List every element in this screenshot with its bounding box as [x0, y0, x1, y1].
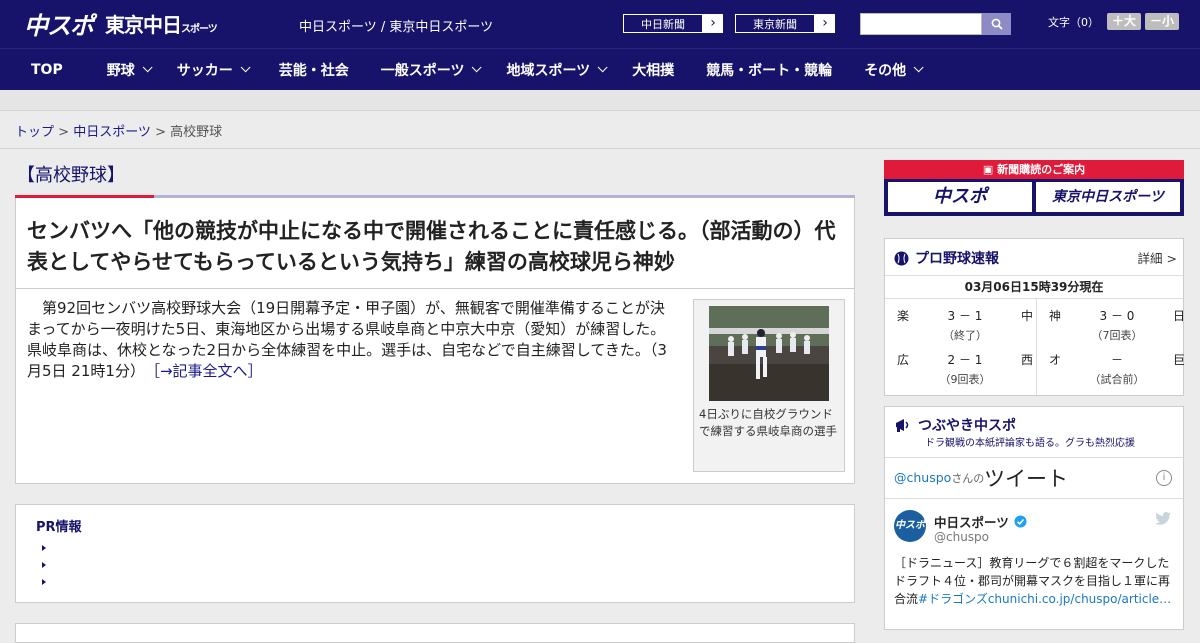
info-icon[interactable]: i [1156, 470, 1172, 486]
chunichi-shimbun-link[interactable]: 中日新聞 › [622, 13, 724, 34]
twitter-widget-subtitle: ドラ観戦の本紙評論家も語る。グラも熱烈応援 [925, 438, 1135, 449]
tokyo-shimbun-link[interactable]: 東京新聞 › [734, 13, 836, 34]
read-more-link[interactable]: ［→記事全文へ］ [152, 362, 262, 380]
article-body: 第92回センバツ高校野球大会（19日開幕予定・甲子園）が、無観客で開催準備するこ… [27, 299, 667, 380]
tweets-handle[interactable]: @chuspoさんの [894, 470, 984, 486]
next-section [15, 623, 855, 643]
article-photo[interactable]: 4日ぶりに自校グラウンドで練習する県岐阜商の選手 [693, 299, 845, 472]
headline-divider [16, 288, 854, 289]
nav-sumo[interactable]: 大相撲 [618, 60, 692, 80]
game-score[interactable]: 神3 － 0日 （7回表） [1049, 307, 1185, 345]
site-links[interactable]: 中日スポーツ / 東京中日スポーツ [299, 16, 493, 35]
top-bar: 中スポ 東京中日スポーツ 中日スポーツ / 東京中日スポーツ 中日新聞 › 東京… [0, 0, 1200, 48]
twitter-widget: つぶやき中スポ ドラ観戦の本紙評論家も語る。グラも熱烈応援 @chuspoさんの… [884, 406, 1184, 630]
photo-image [709, 306, 829, 401]
game-score[interactable]: 楽3 － 1中 （終了） [897, 307, 1033, 345]
breadcrumb-current: 高校野球 [170, 125, 223, 140]
subscribe-tokyo-chunichi-button[interactable]: 東京中日スポーツ [1036, 182, 1180, 212]
twitter-widget-title: つぶやき中スポ [894, 415, 1016, 435]
logo-chuspo: 中スポ [24, 11, 94, 40]
tweet-account-handle[interactable]: @chuspo [934, 530, 989, 544]
breadcrumb: トップ > 中日スポーツ > 高校野球 [15, 125, 223, 140]
game-score[interactable]: オ－巨 （試合前） [1049, 351, 1185, 389]
score-timestamp: 03月06日15時39分現在 [885, 275, 1183, 299]
tweets-heading: ツイート [984, 467, 1068, 491]
pr-section: PR情報 [15, 504, 855, 603]
pro-baseball-more-link[interactable]: 詳細 > [1138, 248, 1177, 267]
search-icon [991, 18, 1003, 30]
site-logo[interactable]: 中スポ 東京中日スポーツ [24, 8, 218, 40]
article-headline[interactable]: センバツへ「他の競技が中止になる中で開催されることに責任感じる。（部活動の）代表… [27, 216, 847, 278]
breadcrumb-divider [0, 148, 1200, 149]
category-title: 【高校野球】 [17, 165, 125, 186]
bullet-icon [42, 545, 46, 551]
search-box [860, 13, 1011, 35]
megaphone-icon [896, 419, 909, 432]
pr-title: PR情報 [36, 520, 82, 535]
newspaper-icon: ▣ [982, 163, 994, 176]
chevron-down-icon [472, 62, 483, 73]
verified-badge-icon [1014, 515, 1027, 528]
nav-local-sports[interactable]: 地域スポーツ [492, 60, 618, 80]
search-input[interactable] [860, 13, 982, 35]
subscription-banner[interactable]: ▣ 新聞購読のご案内 [884, 160, 1184, 179]
font-size-label: 文字（0） [1048, 15, 1099, 29]
tweets-header: @chuspoさんの ツイート i [885, 457, 1183, 499]
chevron-right-icon: › [710, 15, 716, 31]
pro-baseball-title: プロ野球速報 [894, 248, 999, 268]
subscription-promo: ▣ 新聞購読のご案内 中スポ 東京中日スポーツ [884, 160, 1184, 216]
breadcrumb-top[interactable]: トップ [15, 125, 54, 140]
nav-entertainment[interactable]: 芸能・社会 [261, 60, 367, 80]
tweet-text: ［ドラニュース］教育リーグで６割超をマークしたドラフト４位・郡司が開幕マスクを目… [894, 556, 1172, 606]
logo-tokyo-chunichi: 東京中日スポーツ [105, 12, 218, 37]
tweet-account-name[interactable]: 中日スポーツ [934, 512, 1027, 531]
font-larger-button[interactable]: ＋大 [1107, 13, 1142, 30]
nav-general-sports[interactable]: 一般スポーツ [367, 60, 493, 80]
font-smaller-button[interactable]: －小 [1145, 13, 1180, 30]
chevron-down-icon [913, 62, 924, 73]
bullet-icon [42, 562, 46, 568]
font-size-controls: 文字（0） ＋大 －小 [1048, 13, 1180, 30]
twitter-bird-icon[interactable] [1155, 512, 1171, 525]
nav-top[interactable]: TOP [0, 62, 93, 78]
pro-baseball-widget: プロ野球速報 詳細 > 03月06日15時39分現在 楽3 － 1中 （終了） … [884, 238, 1185, 396]
header-spacer [0, 90, 1200, 111]
nav-soccer[interactable]: サッカー [163, 60, 261, 80]
search-button[interactable] [982, 13, 1011, 35]
nav-baseball[interactable]: 野球 [93, 60, 163, 80]
avatar[interactable]: 中スポ [894, 510, 926, 542]
breadcrumb-section[interactable]: 中日スポーツ [73, 125, 151, 140]
article-card: センバツへ「他の競技が中止になる中で開催されることに責任感じる。（部活動の）代表… [15, 198, 855, 484]
chevron-down-icon [142, 62, 153, 73]
nav-racing[interactable]: 競馬・ボート・競輪 [692, 60, 850, 80]
chevron-down-icon [597, 62, 608, 73]
chevron-down-icon [240, 62, 251, 73]
photo-illustration [709, 306, 829, 401]
main-nav: TOP 野球 サッカー 芸能・社会 一般スポーツ 地域スポーツ 大相撲 競馬・ボ… [0, 48, 1200, 90]
bullet-icon [42, 579, 46, 585]
baseball-icon [894, 251, 909, 265]
nav-other[interactable]: その他 [850, 60, 934, 80]
photo-caption: 4日ぶりに自校グラウンドで練習する県岐阜商の選手 [699, 407, 837, 438]
chevron-right-icon: › [822, 15, 828, 31]
tweet-link[interactable]: #ドラゴンズchunichi.co.jp/chuspo/article… [918, 592, 1171, 606]
game-score[interactable]: 広2 － 1西 （9回表） [897, 351, 1033, 389]
subscribe-chuspo-button[interactable]: 中スポ [888, 182, 1032, 212]
